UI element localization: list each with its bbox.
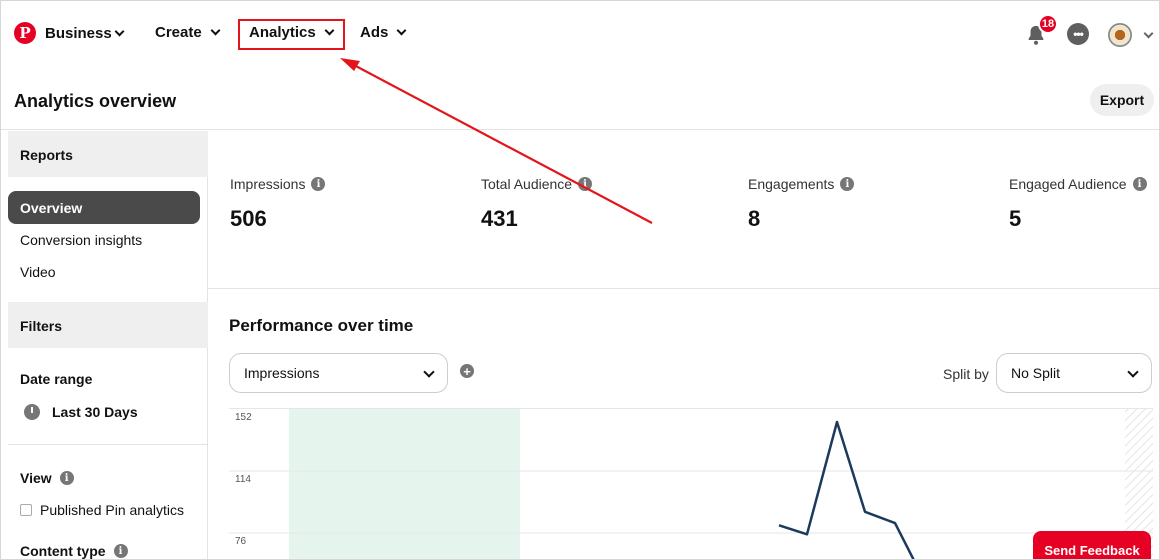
- brand-label[interactable]: Business: [45, 25, 112, 42]
- add-metric-icon[interactable]: +: [460, 364, 474, 378]
- filters-heading: Filters: [8, 302, 208, 348]
- chevron-down-icon: [423, 366, 435, 378]
- view-heading: View: [20, 470, 52, 486]
- divider: [208, 288, 1160, 289]
- split-select-value[interactable]: No Split: [1011, 365, 1060, 381]
- split-select[interactable]: No Split: [996, 353, 1152, 393]
- metric-value: 431: [481, 206, 518, 231]
- brand-menu[interactable]: P Business: [14, 22, 125, 44]
- page-title: Analytics overview: [14, 91, 177, 111]
- performance-chart: 152 114 76: [229, 408, 1153, 560]
- messages-icon[interactable]: •••: [1067, 23, 1089, 45]
- send-feedback-button[interactable]: Send Feedback: [1033, 531, 1151, 560]
- content-type-heading: Content type: [20, 543, 106, 559]
- metric-label: Impressions: [230, 176, 306, 192]
- page-header: Analytics overview Export: [0, 66, 1160, 130]
- metric-engagements: Engagements i 8: [748, 176, 855, 232]
- chart-highlight-band: [289, 408, 520, 560]
- metric-select[interactable]: Impressions: [229, 353, 448, 393]
- avatar[interactable]: [1108, 23, 1132, 47]
- chevron-down-icon: [210, 25, 221, 36]
- info-icon[interactable]: i: [578, 177, 593, 191]
- split-by-label: Split by: [943, 366, 989, 382]
- export-button[interactable]: Export: [1090, 84, 1154, 116]
- sidebar-item-conversion-insights[interactable]: Conversion insights: [8, 232, 200, 248]
- create-label[interactable]: Create: [155, 24, 202, 41]
- notifications-badge: 18: [1038, 14, 1058, 34]
- sidebar: Reports Overview Conversion insights Vid…: [8, 131, 208, 560]
- ads-label[interactable]: Ads: [360, 24, 388, 41]
- published-pin-label[interactable]: Published Pin analytics: [40, 502, 184, 518]
- create-menu[interactable]: Create: [155, 24, 221, 41]
- chevron-down-icon: [114, 26, 125, 36]
- view-heading-row: View i: [8, 470, 200, 486]
- annotation-highlight-box: [238, 19, 345, 50]
- chevron-down-icon: [396, 25, 407, 36]
- metric-label: Total Audience: [481, 176, 573, 192]
- published-pin-checkbox[interactable]: [20, 504, 32, 516]
- metric-engaged-audience: Engaged Audience i 5: [1009, 176, 1147, 232]
- clock-icon: [24, 404, 40, 420]
- metric-value: 506: [230, 206, 267, 231]
- info-icon[interactable]: i: [311, 177, 326, 191]
- metric-label: Engaged Audience: [1009, 176, 1127, 192]
- date-range-heading: Date range: [20, 371, 93, 387]
- date-range-value[interactable]: Last 30 Days: [52, 404, 138, 420]
- sidebar-item-overview[interactable]: Overview: [8, 191, 200, 224]
- metric-select-value[interactable]: Impressions: [244, 365, 319, 381]
- pinterest-logo-icon[interactable]: P: [14, 22, 36, 44]
- account-chevron-icon[interactable]: [1143, 28, 1154, 39]
- sidebar-item-video[interactable]: Video: [8, 264, 200, 280]
- reports-heading: Reports: [8, 131, 208, 177]
- metric-impressions: Impressions i 506: [230, 176, 326, 232]
- performance-title: Performance over time: [229, 316, 414, 335]
- metric-label: Engagements: [748, 176, 835, 192]
- ads-menu[interactable]: Ads: [360, 24, 407, 41]
- content-type-heading-row: Content type i: [8, 543, 200, 559]
- divider: [8, 444, 208, 445]
- y-tick-label: 152: [235, 412, 252, 423]
- chevron-down-icon: [1127, 366, 1139, 378]
- top-nav: P Business Create Analytics Ads 18 •••: [0, 0, 1160, 66]
- date-range-picker[interactable]: Last 30 Days: [8, 404, 200, 420]
- metric-value: 8: [748, 206, 761, 231]
- info-icon[interactable]: i: [59, 471, 74, 485]
- y-tick-label: 76: [235, 536, 247, 547]
- info-icon[interactable]: i: [840, 177, 855, 191]
- info-icon[interactable]: i: [1132, 177, 1147, 191]
- info-icon[interactable]: i: [113, 544, 128, 558]
- metric-value: 5: [1009, 206, 1022, 231]
- published-pin-option[interactable]: Published Pin analytics: [8, 502, 200, 518]
- metric-total-audience: Total Audience i 431: [481, 176, 593, 232]
- y-tick-label: 114: [235, 474, 251, 485]
